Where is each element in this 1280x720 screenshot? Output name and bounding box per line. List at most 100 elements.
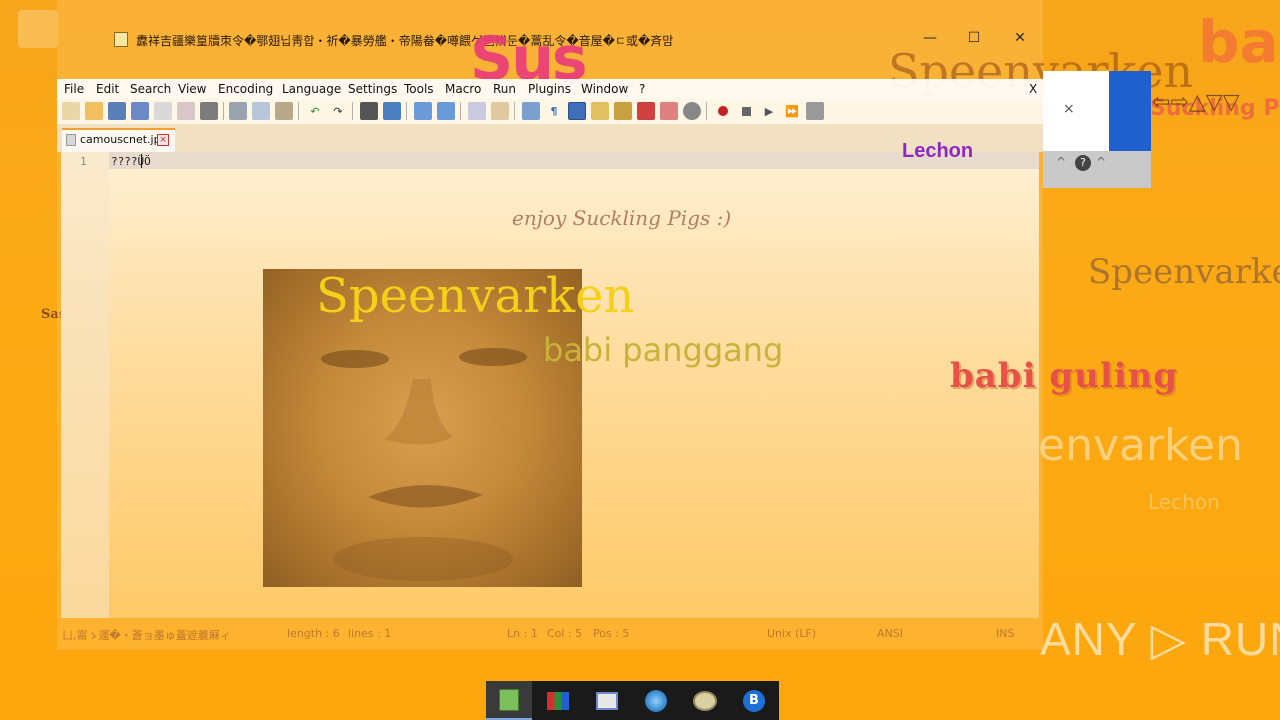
network-settings-icon[interactable]: [633, 681, 679, 720]
redo-icon[interactable]: ↷: [329, 102, 347, 120]
bluetooth-icon[interactable]: B: [731, 681, 777, 720]
new-file-icon[interactable]: [62, 102, 80, 120]
close-button[interactable]: ✕: [997, 30, 1043, 50]
close-icon: ✕: [1014, 30, 1026, 46]
toolbar-separator: [298, 102, 299, 120]
close-file-icon[interactable]: [154, 102, 172, 120]
status-col: Col : 5: [547, 627, 583, 640]
menu-edit[interactable]: Edit: [96, 82, 119, 96]
word-wrap-icon[interactable]: [522, 102, 540, 120]
dialog-blue-panel: [1109, 71, 1151, 151]
close-all-icon[interactable]: [177, 102, 195, 120]
zoom-out-icon[interactable]: [437, 102, 455, 120]
babi-panggang-text: babi panggang: [543, 331, 784, 369]
play-macro-icon[interactable]: ▶: [760, 102, 778, 120]
save-all-icon[interactable]: [131, 102, 149, 120]
save-icon[interactable]: [108, 102, 126, 120]
sync-vertical-icon[interactable]: [468, 102, 486, 120]
monitor-eye-icon[interactable]: [683, 102, 701, 120]
toolbar-separator: [406, 102, 407, 120]
menu-file[interactable]: File: [64, 82, 84, 96]
sync-horizontal-icon[interactable]: [491, 102, 509, 120]
indent-guide-icon[interactable]: [568, 102, 586, 120]
play-multiple-icon[interactable]: ⏩: [783, 102, 801, 120]
lechon-ghost-text: Lechon: [1148, 490, 1220, 514]
folder-workspace-icon[interactable]: [637, 102, 655, 120]
undo-icon[interactable]: ↶: [306, 102, 324, 120]
toolbar-separator: [460, 102, 461, 120]
media-player-icon[interactable]: [584, 681, 630, 720]
menu-macro[interactable]: Macro: [445, 82, 481, 96]
file-icon: [66, 134, 76, 146]
save-macro-icon[interactable]: [806, 102, 824, 120]
recycle-bin-icon[interactable]: [18, 10, 58, 48]
chevron-up-icon[interactable]: ^: [1056, 155, 1066, 169]
status-eol: Unix (LF): [767, 627, 817, 640]
document-map-icon[interactable]: [591, 102, 609, 120]
copy-icon[interactable]: [252, 102, 270, 120]
record-macro-icon[interactable]: [714, 102, 732, 120]
toolbar-separator: [514, 102, 515, 120]
minimize-icon: —: [923, 30, 937, 46]
toolbar-separator: [706, 102, 707, 120]
chevron-up-icon[interactable]: ^: [1096, 155, 1106, 169]
function-list-icon[interactable]: [614, 102, 632, 120]
paste-icon[interactable]: [275, 102, 293, 120]
menu-plugins[interactable]: Plugins: [528, 82, 571, 96]
paint-app-icon[interactable]: [535, 681, 581, 720]
menu-help[interactable]: ?: [639, 82, 645, 96]
status-file-type: ㄩ,甯ゝ運�・蒼ョ墨ゅ蓋遮曩厤ィ: [62, 629, 231, 642]
menu-search[interactable]: Search: [130, 82, 171, 96]
menu-tools[interactable]: Tools: [404, 82, 434, 96]
tab-label: camouscnet.jpg: [80, 133, 168, 146]
print-icon[interactable]: [200, 102, 218, 120]
status-lines: lines : 1: [348, 627, 392, 640]
stop-macro-icon[interactable]: [737, 102, 755, 120]
babi-guling-text: babi guling: [950, 356, 1179, 396]
menu-run[interactable]: Run: [493, 82, 516, 96]
menu-settings[interactable]: Settings: [348, 82, 397, 96]
line-gutter: [61, 152, 109, 618]
notepad-icon: [114, 32, 128, 47]
minimize-button[interactable]: —: [907, 30, 953, 50]
paint-palette-icon[interactable]: [682, 681, 728, 720]
cut-icon[interactable]: [229, 102, 247, 120]
status-encoding: ANSI: [877, 627, 903, 640]
line-number: 1: [80, 155, 87, 168]
toolbar-separator: [352, 102, 353, 120]
menu-close-document[interactable]: X: [1029, 82, 1037, 96]
status-ins: INS: [996, 627, 1015, 640]
desktop-ba-text: ba: [1198, 8, 1279, 76]
maximize-icon: ☐: [967, 30, 981, 46]
speenvarken-ghost-text: envarken: [1038, 420, 1243, 471]
editor-line-text[interactable]: ????ÜÖ: [111, 155, 151, 168]
zoom-in-icon[interactable]: [414, 102, 432, 120]
notepad-plus-icon[interactable]: [486, 681, 532, 720]
speenvarken-text: Speenvarken: [316, 268, 635, 324]
current-line-highlight: [109, 152, 1039, 169]
anyrun-watermark: ANY ▷ RUN: [1040, 613, 1280, 665]
enjoy-text: enjoy Suckling Pigs :): [512, 206, 732, 230]
status-pos: Pos : 5: [593, 627, 630, 640]
find-icon[interactable]: [360, 102, 378, 120]
dialog-close-icon[interactable]: ×: [1063, 101, 1075, 117]
menu-view[interactable]: View: [178, 82, 206, 96]
folder-icon[interactable]: [660, 102, 678, 120]
lechon-text: Lechon: [902, 140, 974, 162]
menu-window[interactable]: Window: [581, 82, 628, 96]
speenvarken-right-text: Speenvarke: [1088, 252, 1280, 292]
tab-close-icon[interactable]: ×: [157, 134, 169, 146]
help-icon[interactable]: ?: [1075, 155, 1091, 171]
status-length: length : 6: [287, 627, 340, 640]
show-all-chars-icon[interactable]: ¶: [545, 102, 563, 120]
toolbar-separator: [223, 102, 224, 120]
maximize-button[interactable]: ☐: [951, 30, 997, 50]
status-ln: Ln : 1: [507, 627, 538, 640]
tab-bar: [57, 124, 1043, 152]
arrows-text: ⇦⇨△▽▽: [1152, 90, 1240, 115]
window-title: 纛祥吉疆樂篁牘朿令�鄂翅닙靑합・祈�暴勞艦・帝陽畚�噂餵ゲ鬯辨둔�蒿乱令�音屋�…: [136, 34, 674, 48]
replace-icon[interactable]: [383, 102, 401, 120]
menu-encoding[interactable]: Encoding: [218, 82, 273, 96]
menu-language[interactable]: Language: [282, 82, 341, 96]
open-file-icon[interactable]: [85, 102, 103, 120]
